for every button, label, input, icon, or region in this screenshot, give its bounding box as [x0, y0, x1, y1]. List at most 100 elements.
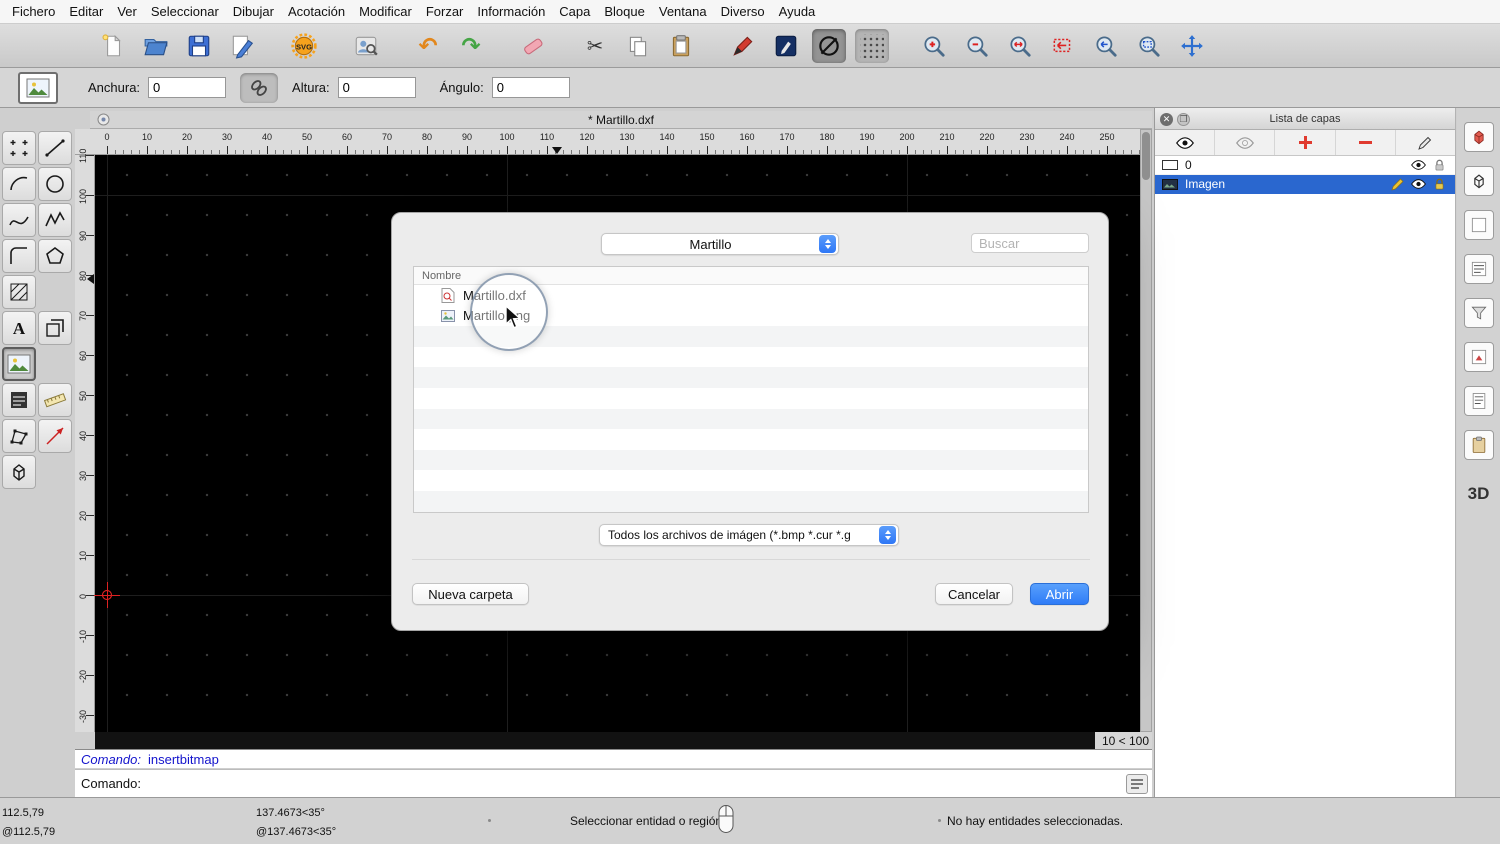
- grid-toggle-icon[interactable]: [855, 29, 889, 63]
- new-folder-button[interactable]: Nueva carpeta: [412, 583, 529, 605]
- angle-input[interactable]: [492, 77, 570, 98]
- polyline-tool-icon[interactable]: [38, 203, 72, 237]
- height-input[interactable]: [338, 77, 416, 98]
- undo-icon[interactable]: ↶: [411, 29, 445, 63]
- add-layer-icon[interactable]: [1275, 130, 1335, 155]
- eraser-icon[interactable]: [516, 29, 550, 63]
- point-tool-icon[interactable]: [2, 131, 36, 165]
- scrollbar-thumb[interactable]: [1142, 132, 1150, 180]
- h-ruler-tick-label: 80: [413, 132, 441, 142]
- open-file-icon[interactable]: [139, 29, 173, 63]
- shape-tool-icon[interactable]: [2, 419, 36, 453]
- filter-dropdown[interactable]: Todos los archivos de imágen (*.bmp *.cu…: [599, 524, 899, 546]
- remove-layer-icon[interactable]: [1336, 130, 1396, 155]
- layer-name: Imagen: [1185, 177, 1225, 191]
- fill-tool-icon[interactable]: [2, 383, 36, 417]
- menu-editar[interactable]: Editar: [69, 4, 103, 19]
- h-ruler-tick-label: 170: [773, 132, 801, 142]
- horizontal-scroll-area[interactable]: [95, 732, 1095, 749]
- zoom-redraw-icon[interactable]: [1089, 29, 1123, 63]
- menu-acotación[interactable]: Acotación: [288, 4, 345, 19]
- menu-capa[interactable]: Capa: [559, 4, 590, 19]
- file-row-empty: [414, 367, 1088, 388]
- width-input[interactable]: [148, 77, 226, 98]
- layer-list-panel-icon[interactable]: [1464, 254, 1494, 284]
- menu-dibujar[interactable]: Dibujar: [233, 4, 274, 19]
- layer-lock-icon[interactable]: [1429, 178, 1450, 191]
- properties-panel-icon[interactable]: [1464, 210, 1494, 240]
- print-preview-icon[interactable]: [349, 29, 383, 63]
- zoom-previous-icon[interactable]: [1046, 29, 1080, 63]
- pen-edit-icon[interactable]: [726, 29, 760, 63]
- edit-drawing-icon[interactable]: [225, 29, 259, 63]
- ruler-tool-icon[interactable]: [38, 383, 72, 417]
- arc-tool-icon[interactable]: [2, 167, 36, 201]
- open-button[interactable]: Abrir: [1030, 583, 1089, 605]
- line-tool-icon[interactable]: [38, 131, 72, 165]
- zoom-in-icon[interactable]: [917, 29, 951, 63]
- edit-layer-attributes-icon[interactable]: [1396, 130, 1455, 155]
- cut-icon[interactable]: ✂: [578, 29, 612, 63]
- spline-tool-icon[interactable]: [2, 203, 36, 237]
- zoom-auto-icon[interactable]: [1003, 29, 1037, 63]
- menu-fichero[interactable]: Fichero: [12, 4, 55, 19]
- menu-bloque[interactable]: Bloque: [604, 4, 644, 19]
- link-dimensions-icon[interactable]: [240, 73, 278, 103]
- block-library-icon[interactable]: [1464, 122, 1494, 152]
- menu-ver[interactable]: Ver: [117, 4, 137, 19]
- curve-tool-icon[interactable]: [2, 239, 36, 273]
- report-panel-icon[interactable]: [1464, 342, 1494, 372]
- command-line[interactable]: Comando:: [75, 769, 1152, 797]
- polygon-tool-icon[interactable]: [38, 239, 72, 273]
- layer-row-0[interactable]: 0: [1155, 156, 1455, 175]
- layer-lock-icon[interactable]: [1429, 159, 1450, 172]
- insert-image-tool-icon[interactable]: [18, 72, 58, 104]
- cancel-button[interactable]: Cancelar: [935, 583, 1013, 605]
- measure-tool-icon[interactable]: [38, 419, 72, 453]
- deselect-all-icon[interactable]: [812, 29, 846, 63]
- rect-tool-icon[interactable]: [38, 311, 72, 345]
- clipboard-panel-icon[interactable]: [1464, 430, 1494, 460]
- h-ruler-tick-label: 60: [333, 132, 361, 142]
- hatch-tool-icon[interactable]: [2, 275, 36, 309]
- menu-modificar[interactable]: Modificar: [359, 4, 412, 19]
- show-all-layers-icon[interactable]: [1155, 130, 1215, 155]
- menu-información[interactable]: Información: [477, 4, 545, 19]
- paste-icon[interactable]: [664, 29, 698, 63]
- close-panel-icon[interactable]: ✕: [1160, 113, 1173, 126]
- filter-panel-icon[interactable]: [1464, 298, 1494, 328]
- layer-visibility-icon[interactable]: [1408, 179, 1429, 189]
- command-input[interactable]: [147, 775, 1152, 792]
- layer-edit-icon[interactable]: [1387, 178, 1408, 191]
- text-tool-icon[interactable]: A: [2, 311, 36, 345]
- image-tool-icon[interactable]: [2, 347, 36, 381]
- zoom-out-icon[interactable]: [960, 29, 994, 63]
- command-options-icon[interactable]: [1126, 774, 1148, 794]
- location-dropdown[interactable]: Martillo: [601, 233, 839, 255]
- menu-ayuda[interactable]: Ayuda: [779, 4, 816, 19]
- layer-row-imagen[interactable]: Imagen: [1155, 175, 1455, 194]
- box3d-tool-icon[interactable]: [2, 455, 36, 489]
- hide-all-layers-icon[interactable]: [1215, 130, 1275, 155]
- view-3d-icon[interactable]: [1464, 166, 1494, 196]
- save-file-icon[interactable]: [182, 29, 216, 63]
- menu-forzar[interactable]: Forzar: [426, 4, 464, 19]
- svg-export-icon[interactable]: SVG: [287, 29, 321, 63]
- zoom-pan-icon[interactable]: [1175, 29, 1209, 63]
- zoom-window-icon[interactable]: [1132, 29, 1166, 63]
- panel-3d-label[interactable]: 3D: [1468, 484, 1490, 504]
- search-input[interactable]: [971, 233, 1089, 253]
- new-file-icon[interactable]: [96, 29, 130, 63]
- vertical-scrollbar[interactable]: [1140, 129, 1152, 732]
- copy-icon[interactable]: [621, 29, 655, 63]
- notes-panel-icon[interactable]: [1464, 386, 1494, 416]
- menu-seleccionar[interactable]: Seleccionar: [151, 4, 219, 19]
- layer-visibility-icon[interactable]: [1408, 160, 1429, 170]
- redo-icon[interactable]: ↷: [454, 29, 488, 63]
- detach-panel-icon[interactable]: ❐: [1177, 113, 1190, 126]
- attributes-icon[interactable]: [769, 29, 803, 63]
- menu-ventana[interactable]: Ventana: [659, 4, 707, 19]
- menu-diverso[interactable]: Diverso: [721, 4, 765, 19]
- circle-tool-icon[interactable]: [38, 167, 72, 201]
- document-titlebar[interactable]: * Martillo.dxf: [90, 111, 1152, 129]
